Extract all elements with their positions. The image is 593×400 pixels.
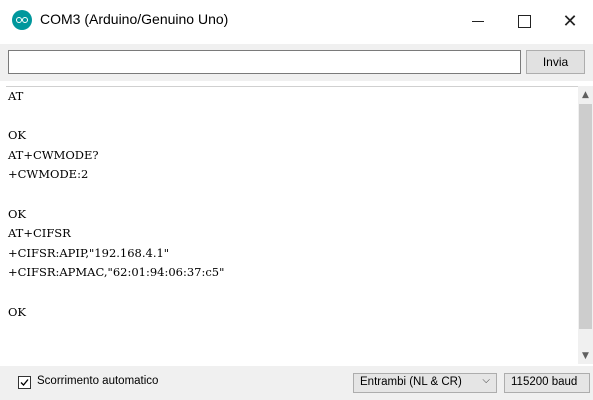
output-line: OK: [8, 128, 27, 143]
arduino-logo-icon: [12, 10, 32, 30]
send-bar: Invia: [0, 44, 593, 81]
autoscroll-checkbox[interactable]: [18, 376, 31, 389]
chevron-down-icon: ⌵: [482, 375, 490, 386]
vertical-scrollbar[interactable]: ▲ ▼: [578, 86, 593, 364]
maximize-icon: [517, 14, 531, 28]
window-title: COM3 (Arduino/Genuino Uno): [40, 11, 229, 27]
footer-bar: Scorrimento automatico Entrambi (NL & CR…: [0, 366, 593, 400]
baud-rate-select[interactable]: 115200 baud: [504, 373, 590, 393]
maximize-button[interactable]: [501, 0, 547, 42]
line-ending-value: Entrambi (NL & CR): [360, 376, 462, 388]
line-ending-select[interactable]: Entrambi (NL & CR) ⌵: [353, 373, 497, 393]
output-line: +CIFSR:APIP,"192.168.4.1": [8, 245, 170, 260]
output-line: OK: [8, 206, 27, 221]
close-icon: ✕: [562, 10, 578, 32]
serial-output[interactable]: AT OK AT+CWMODE? +CWMODE:2 OK AT+CIFSR +CIFSR:…: [6, 86, 578, 365]
serial-input[interactable]: [8, 50, 521, 74]
output-line: AT+CWMODE?: [8, 147, 99, 162]
scroll-down-icon[interactable]: ▼: [578, 347, 593, 364]
baud-rate-value: 115200 baud: [511, 376, 578, 388]
close-button[interactable]: ✕: [547, 0, 593, 42]
minimize-button[interactable]: [455, 0, 501, 42]
output-line: AT: [8, 89, 24, 103]
output-line: +CIFSR:APMAC,"62:01:94:06:37:c5": [8, 265, 225, 280]
scroll-thumb[interactable]: [579, 104, 592, 329]
output-line: AT+CIFSR: [8, 226, 71, 241]
checkmark-icon: [20, 379, 29, 386]
output-line: +CWMODE:2: [8, 167, 89, 182]
output-line: OK: [8, 304, 27, 319]
send-button[interactable]: Invia: [526, 50, 585, 74]
scroll-up-icon[interactable]: ▲: [578, 86, 593, 103]
autoscroll-label[interactable]: Scorrimento automatico: [37, 375, 158, 387]
minimize-icon: [472, 20, 484, 22]
title-bar[interactable]: COM3 (Arduino/Genuino Uno) ✕: [0, 0, 593, 42]
